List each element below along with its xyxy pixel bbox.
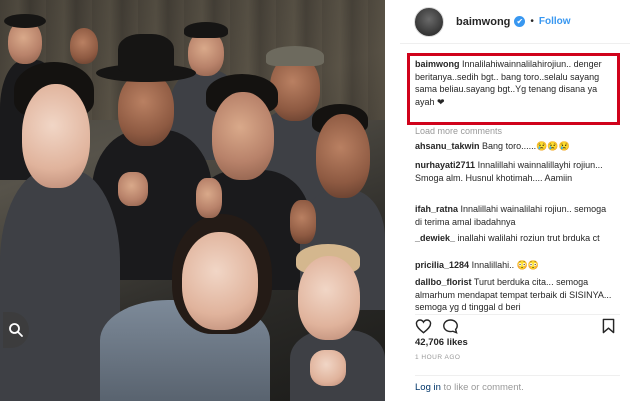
action-bar [415, 314, 620, 334]
like-count[interactable]: 42,706 likes [415, 337, 468, 348]
post-caption: baimwong Innalilahiwainnalilahirojiun.. … [415, 58, 605, 108]
comment: ifah_ratna Innalillahi wainalilahi rojiu… [415, 203, 615, 228]
search-icon [9, 323, 23, 337]
comment-username[interactable]: ifah_ratna [415, 204, 458, 214]
post-timestamp: 1 HOUR AGO [415, 354, 461, 361]
photo-fist [118, 172, 148, 206]
photo-face [22, 84, 90, 188]
comment-text: Bang toro......😢😢😢 [482, 141, 570, 151]
photo-face [316, 114, 370, 198]
separator-dot: • [530, 16, 534, 27]
bookmark-icon[interactable] [600, 318, 617, 334]
comment-icon[interactable] [442, 318, 459, 334]
photo-hat [4, 14, 46, 28]
caption-username[interactable]: baimwong [415, 59, 460, 69]
comment-username[interactable]: ahsanu_takwin [415, 141, 480, 151]
photo-fist [310, 350, 346, 386]
photo-hat [184, 22, 228, 38]
photo-face [298, 256, 360, 340]
heart-icon[interactable] [415, 318, 432, 334]
comment: _dewiek_ inallahi walilahi roziun trut b… [415, 232, 615, 245]
photo-face [212, 92, 274, 180]
avatar[interactable] [414, 6, 444, 37]
login-link[interactable]: Log in [415, 382, 441, 393]
post-panel: baimwong ✔ • Follow baimwong Innalilahiw… [400, 0, 630, 401]
post-photo[interactable] [0, 0, 385, 401]
comment-username[interactable]: nurhayati2711 [415, 160, 475, 170]
comment: ahsanu_takwin Bang toro......😢😢😢 [415, 140, 615, 153]
photo-face [70, 28, 98, 64]
comment-username[interactable]: pricilia_1284 [415, 260, 469, 270]
load-more-comments[interactable]: Load more comments [415, 126, 502, 136]
post-username[interactable]: baimwong [456, 16, 510, 28]
login-prompt-text: to like or comment. [440, 382, 524, 393]
photo-thumb [196, 178, 222, 218]
comment: dallbo_florist Turut berduka cita... sem… [415, 276, 615, 312]
verified-badge-icon: ✔ [514, 16, 526, 27]
photo-thumb [290, 200, 316, 244]
follow-button[interactable]: Follow [539, 16, 571, 27]
comment-username[interactable]: dallbo_florist [415, 277, 472, 287]
photo-headband [266, 46, 324, 66]
comment-text: Innalillahi.. 😳😳 [471, 260, 540, 270]
photo-face [182, 232, 258, 330]
comment: pricilia_1284 Innalillahi.. 😳😳 [415, 259, 615, 272]
comment-text: inallahi walilahi roziun trut brduka ct [457, 233, 600, 243]
comment-username[interactable]: _dewiek_ [415, 233, 455, 243]
login-prompt: Log in to like or comment. [415, 375, 620, 393]
post-header: baimwong ✔ • Follow [400, 0, 630, 44]
comment: nurhayati2711 Innalillahi wainnalillayhi… [415, 159, 615, 184]
photo-hat [118, 34, 174, 72]
photo-face [118, 72, 174, 146]
